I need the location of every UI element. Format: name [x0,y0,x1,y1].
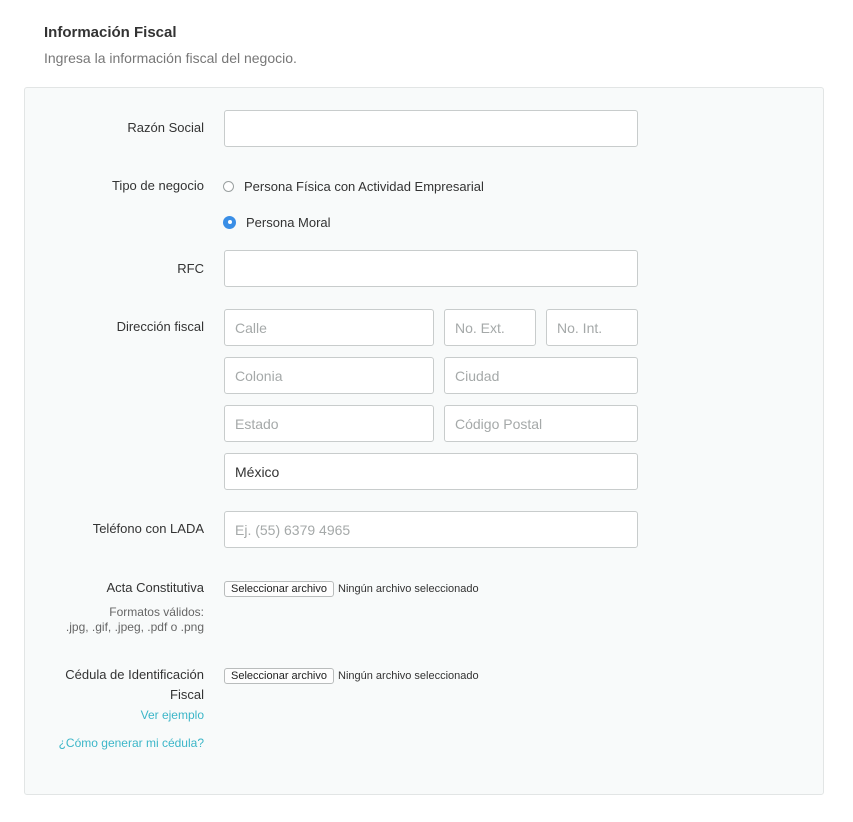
direccion-fiscal-label: Dirección fiscal [116,319,204,334]
radio-unchecked-icon[interactable] [223,180,234,192]
section-title: Información Fiscal [44,24,177,41]
radio-persona-fisica-label: Persona Física con Actividad Empresarial [244,178,484,194]
codigo-postal-input[interactable] [444,405,638,442]
razon-social-label: Razón Social [127,120,204,135]
rfc-input[interactable] [224,250,638,287]
estado-input[interactable] [224,405,434,442]
acta-file-status: Ningún archivo seleccionado [338,583,479,595]
section-subtitle: Ingresa la información fiscal del negoci… [44,50,297,66]
acta-file-input[interactable]: Seleccionar archivo Ningún archivo selec… [224,581,479,597]
calle-input[interactable] [224,309,434,346]
acta-select-file-button[interactable]: Seleccionar archivo [224,581,334,597]
pais-input[interactable] [224,453,638,490]
cedula-label-line1: Cédula de Identificación [65,667,204,682]
colonia-input[interactable] [224,357,434,394]
como-generar-cedula-link[interactable]: ¿Cómo generar mi cédula? [59,736,204,750]
telefono-input[interactable] [224,511,638,548]
rfc-label: RFC [177,261,204,276]
razon-social-input[interactable] [224,110,638,147]
cedula-file-status: Ningún archivo seleccionado [338,670,479,682]
acta-constitutiva-label: Acta Constitutiva [106,580,204,595]
acta-formats-hint: Formatos válidos: .jpg, .gif, .jpeg, .pd… [66,605,204,635]
ciudad-input[interactable] [444,357,638,394]
tipo-negocio-label: Tipo de negocio [111,178,204,193]
radio-persona-fisica[interactable]: Persona Física con Actividad Empresarial [223,177,484,195]
acta-formats-hint-line1: Formatos válidos: [109,605,204,619]
no-int-input[interactable] [546,309,638,346]
cedula-select-file-button[interactable]: Seleccionar archivo [224,668,334,684]
no-ext-input[interactable] [444,309,536,346]
cedula-label: Cédula de Identificación Fiscal [65,665,204,705]
radio-checked-icon[interactable] [223,215,236,229]
radio-persona-moral[interactable]: Persona Moral [223,213,331,231]
cedula-label-line2: Fiscal [170,687,204,702]
acta-formats-hint-line2: .jpg, .gif, .jpeg, .pdf o .png [65,620,204,634]
telefono-label: Teléfono con LADA [92,521,204,536]
radio-persona-moral-label: Persona Moral [246,214,331,230]
cedula-file-input[interactable]: Seleccionar archivo Ningún archivo selec… [224,668,479,684]
ver-ejemplo-link[interactable]: Ver ejemplo [141,708,204,722]
